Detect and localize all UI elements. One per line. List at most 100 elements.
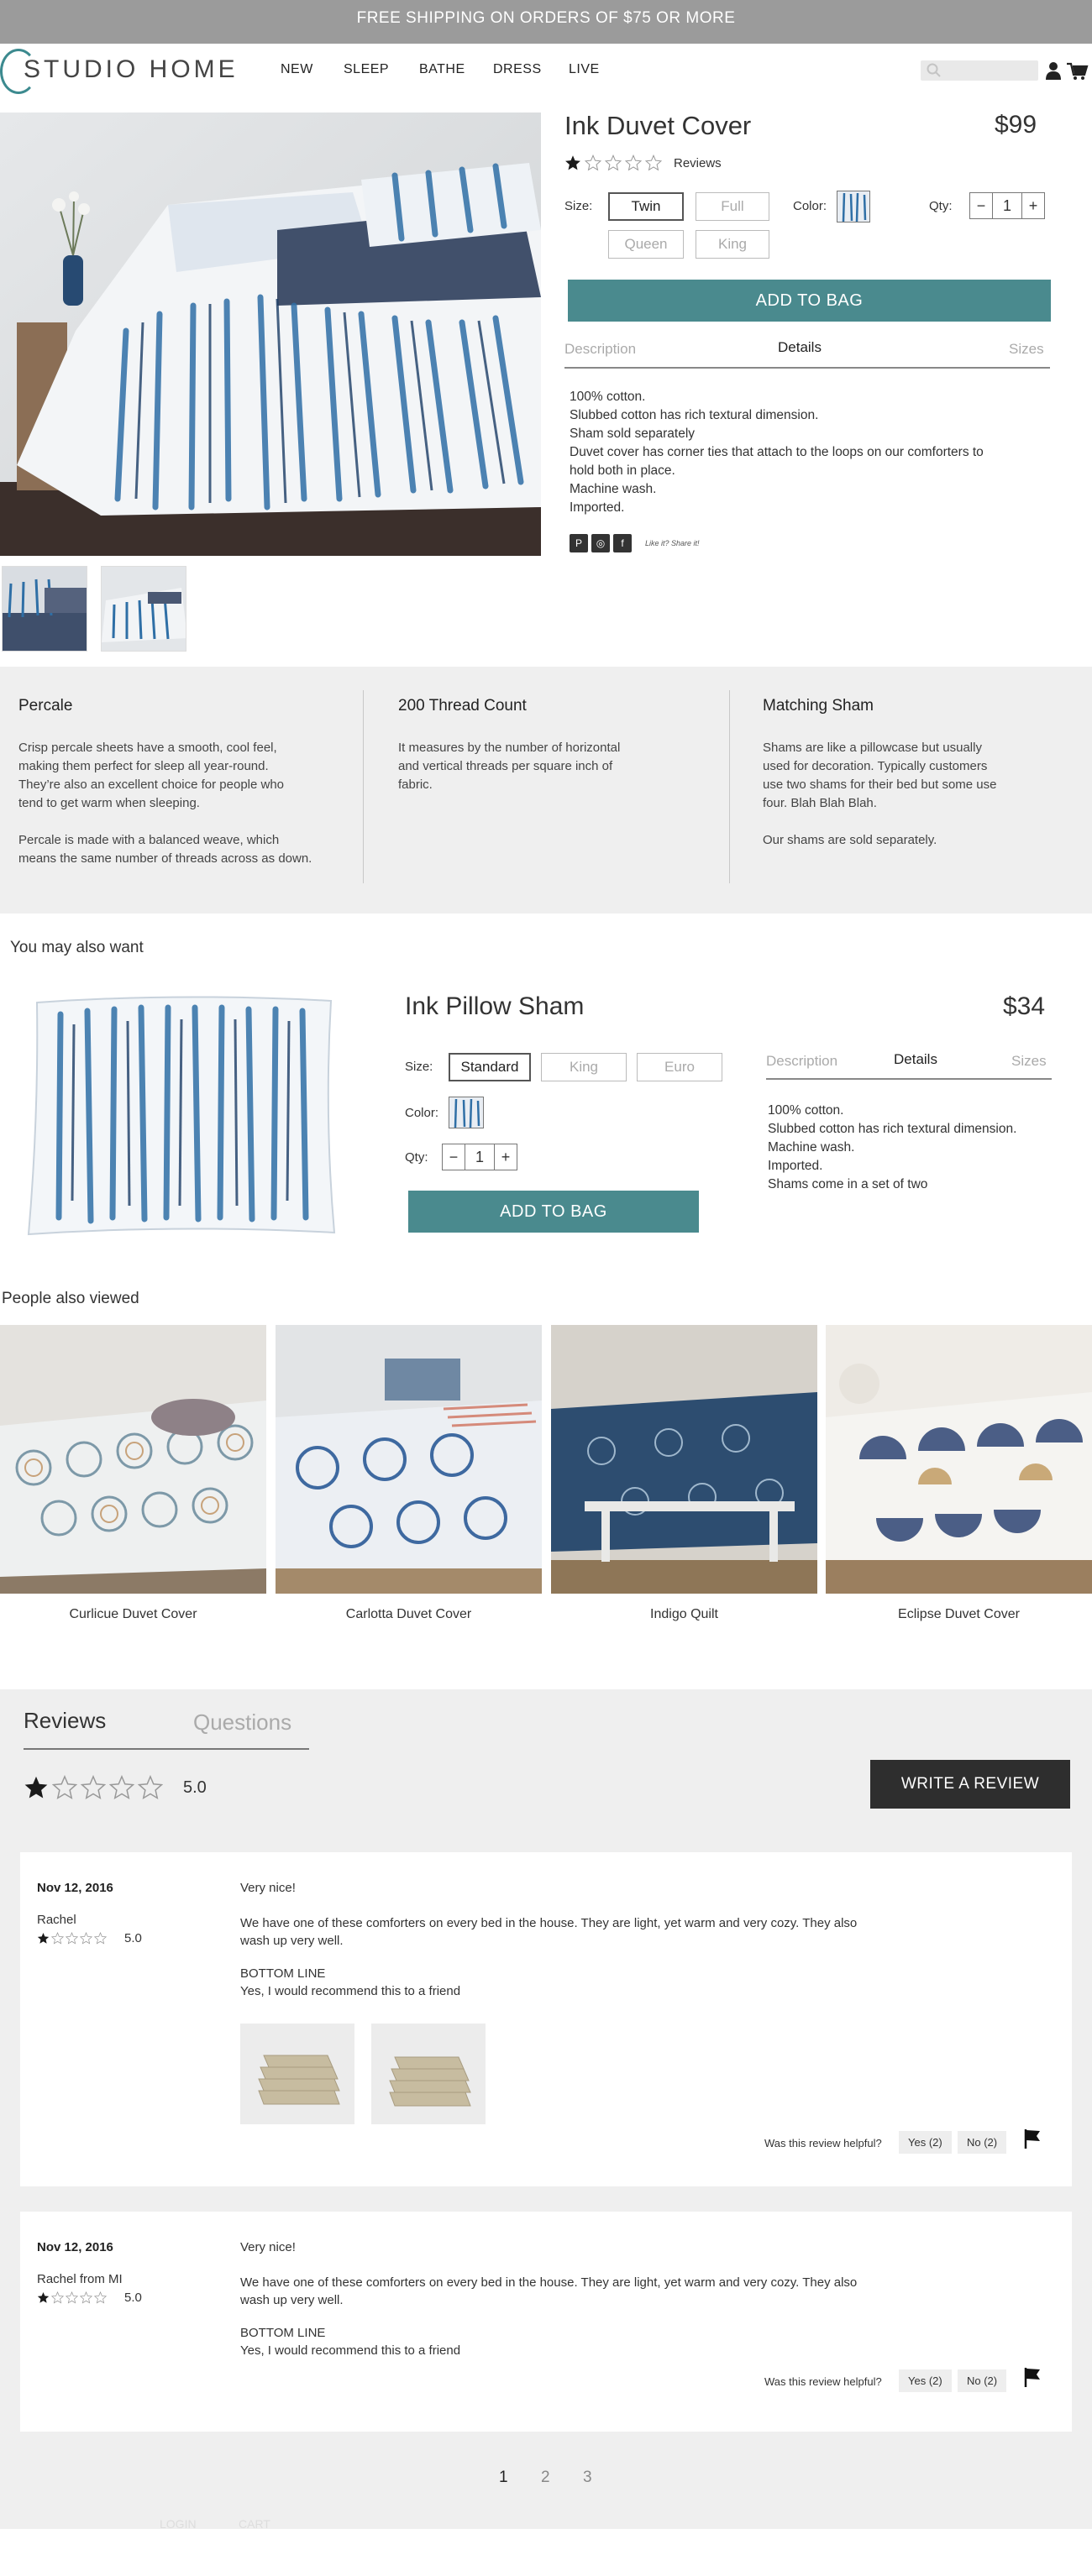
color-swatch-ink[interactable] <box>837 191 870 223</box>
upsell-section-title: You may also want <box>10 939 144 956</box>
star-filled-icon <box>37 2291 50 2303</box>
star-empty-icon <box>645 154 662 171</box>
upsell-tab-description[interactable]: Description <box>766 1053 837 1070</box>
review-photo[interactable] <box>240 2024 354 2124</box>
upsell-qty-increase-button[interactable]: + <box>495 1144 517 1170</box>
logo[interactable]: STUDIO HOME <box>24 55 239 84</box>
product-rating-stars[interactable] <box>564 154 662 171</box>
qty-decrease-button[interactable]: − <box>970 193 992 218</box>
add-to-bag-button[interactable]: ADD TO BAG <box>568 280 1051 322</box>
qty-label: Qty: <box>929 199 953 213</box>
review-title: Very nice! <box>240 1881 296 1895</box>
feature-title-thread-count: 200 Thread Count <box>398 697 527 715</box>
also-viewed-name[interactable]: Carlotta Duvet Cover <box>276 1607 542 1622</box>
average-rating-stars <box>24 1775 163 1800</box>
nav-live[interactable]: LIVE <box>569 62 600 77</box>
review-body: We have one of these comforters on every… <box>240 2275 858 2307</box>
product-title: Ink Duvet Cover <box>564 111 752 140</box>
page-1[interactable]: 1 <box>499 2469 508 2487</box>
nav-dress[interactable]: DRESS <box>493 62 542 77</box>
feature-divider <box>729 690 730 883</box>
helpful-yes-button[interactable]: Yes (2) <box>899 2369 952 2392</box>
cart-icon[interactable] <box>1065 60 1089 81</box>
upsell-color-swatch[interactable] <box>449 1097 484 1128</box>
tab-reviews[interactable]: Reviews <box>24 1708 106 1734</box>
qty-value[interactable]: 1 <box>992 193 1022 218</box>
review-title: Very nice! <box>240 2240 296 2254</box>
nav-bathe[interactable]: BATHE <box>419 62 465 77</box>
also-viewed-card-eclipse[interactable] <box>826 1325 1092 1594</box>
product-thumbnail-2[interactable] <box>101 566 186 652</box>
helpful-prompt: Was this review helpful? <box>764 2375 882 2388</box>
upsell-tab-details[interactable]: Details <box>894 1051 937 1068</box>
star-filled-icon <box>565 155 580 170</box>
size-option-twin[interactable]: Twin <box>608 192 684 221</box>
search-icon[interactable] <box>926 62 942 79</box>
tab-details[interactable]: Details <box>778 339 822 356</box>
tab-description[interactable]: Description <box>564 341 636 358</box>
upsell-product-image[interactable] <box>20 991 339 1243</box>
also-viewed-name[interactable]: Indigo Quilt <box>551 1607 817 1622</box>
helpful-yes-button[interactable]: Yes (2) <box>899 2131 952 2154</box>
also-viewed-card-curlicue[interactable] <box>0 1325 266 1594</box>
upsell-qty-decrease-button[interactable]: − <box>443 1144 465 1170</box>
tab-sizes[interactable]: Sizes <box>1009 341 1044 358</box>
review-body: We have one of these comforters on every… <box>240 1916 858 1948</box>
size-option-king[interactable]: King <box>696 230 769 259</box>
product-main-image[interactable] <box>0 113 541 556</box>
helpful-no-button[interactable]: No (2) <box>958 2369 1007 2392</box>
review-bottom-line: BOTTOM LINE Yes, I would recommend this … <box>240 2326 461 2358</box>
write-review-button[interactable]: WRITE A REVIEW <box>870 1760 1070 1809</box>
also-viewed-card-indigo[interactable] <box>551 1325 817 1594</box>
helpful-no-button[interactable]: No (2) <box>958 2131 1007 2154</box>
tab-questions[interactable]: Questions <box>193 1709 291 1736</box>
upsell-quantity-stepper[interactable]: − 1 + <box>442 1144 517 1170</box>
also-viewed-card-carlotta[interactable] <box>276 1325 542 1594</box>
user-icon[interactable] <box>1045 60 1062 81</box>
flag-icon[interactable] <box>1023 2128 1042 2149</box>
shipping-banner: FREE SHIPPING ON ORDERS OF $75 OR MORE <box>0 0 1092 44</box>
upsell-size-label: Size: <box>405 1060 433 1074</box>
page-3[interactable]: 3 <box>583 2469 592 2487</box>
upsell-size-standard[interactable]: Standard <box>449 1053 531 1081</box>
pinterest-icon[interactable]: P <box>570 534 588 552</box>
upsell-color-label: Color: <box>405 1106 439 1120</box>
page-2[interactable]: 2 <box>541 2469 550 2487</box>
upsell-size-king[interactable]: King <box>541 1053 627 1081</box>
star-empty-icon <box>66 2291 78 2304</box>
star-empty-icon <box>66 1932 78 1945</box>
upsell-product-price: $34 <box>1003 992 1046 1020</box>
nav-sleep[interactable]: SLEEP <box>344 62 389 77</box>
upsell-tab-sizes[interactable]: Sizes <box>1011 1053 1047 1070</box>
upsell-add-to-bag-button[interactable]: ADD TO BAG <box>408 1191 699 1233</box>
review-photo[interactable] <box>371 2024 486 2124</box>
qty-increase-button[interactable]: + <box>1022 193 1044 218</box>
also-viewed-name[interactable]: Curlicue Duvet Cover <box>0 1607 266 1622</box>
tab-underline <box>564 367 1050 369</box>
star-empty-icon <box>52 1775 77 1800</box>
reviews-tab-underline <box>24 1748 309 1750</box>
feature-divider <box>363 690 364 883</box>
size-option-queen[interactable]: Queen <box>608 230 684 259</box>
review-stars <box>37 2291 107 2304</box>
average-rating-score: 5.0 <box>183 1778 207 1797</box>
upsell-qty-value[interactable]: 1 <box>465 1144 495 1170</box>
footer-cart-link[interactable]: CART <box>239 2517 270 2531</box>
review-card <box>20 2212 1072 2432</box>
nav-new[interactable]: NEW <box>281 62 313 77</box>
instagram-icon[interactable]: ◎ <box>591 534 610 552</box>
size-option-full[interactable]: Full <box>696 192 769 221</box>
star-empty-icon <box>625 154 642 171</box>
upsell-size-euro[interactable]: Euro <box>637 1053 722 1081</box>
quantity-stepper[interactable]: − 1 + <box>969 192 1045 219</box>
helpful-prompt: Was this review helpful? <box>764 2137 882 2149</box>
review-author: Rachel <box>37 1913 76 1927</box>
product-thumbnail-1[interactable] <box>2 566 87 652</box>
review-score: 5.0 <box>124 2291 142 2305</box>
also-viewed-name[interactable]: Eclipse Duvet Cover <box>826 1607 1092 1622</box>
star-empty-icon <box>81 1775 106 1800</box>
reviews-link[interactable]: Reviews <box>674 156 722 170</box>
flag-icon[interactable] <box>1023 2366 1042 2388</box>
facebook-icon[interactable]: f <box>613 534 632 552</box>
footer-login-link[interactable]: LOGIN <box>160 2517 197 2531</box>
